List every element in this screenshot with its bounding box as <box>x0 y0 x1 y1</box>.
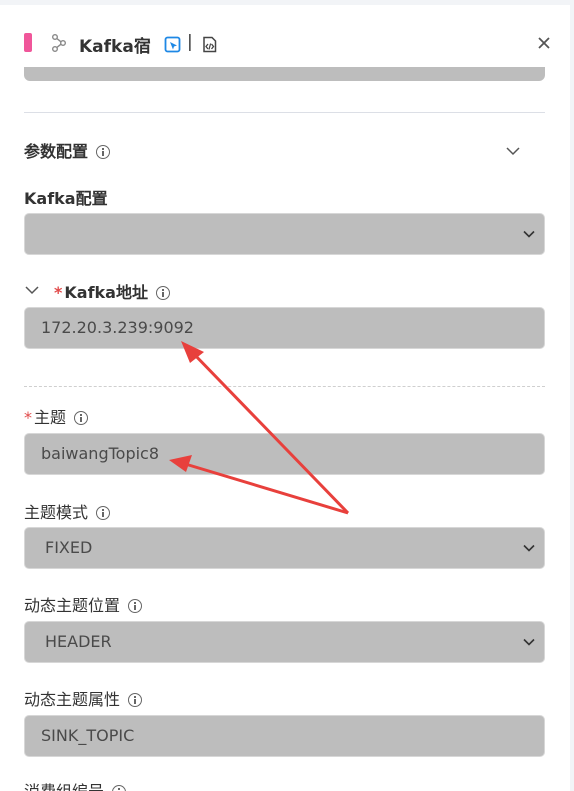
info-icon[interactable] <box>128 598 143 613</box>
topic-label: * 主题 <box>24 404 89 428</box>
collapse-chevron-icon[interactable] <box>24 282 40 298</box>
dynamic-topic-attribute-label: 动态主题属性 <box>24 686 143 710</box>
accent-bar <box>24 33 32 52</box>
info-icon[interactable] <box>74 410 89 425</box>
topic-value: baiwangTopic8 <box>41 444 160 463</box>
dynamic-topic-attribute-label-text: 动态主题属性 <box>24 690 121 709</box>
kafka-config-select[interactable] <box>24 213 545 255</box>
chevron-down-icon[interactable] <box>505 143 521 159</box>
consumer-group-label-text: 消费组编号 <box>24 782 104 791</box>
chevron-down-icon <box>523 638 535 646</box>
chevron-down-icon <box>523 230 535 238</box>
scrolled-field-bottom <box>24 67 545 81</box>
info-icon[interactable] <box>96 144 111 159</box>
required-mark: * <box>24 408 32 427</box>
required-mark: * <box>54 283 63 302</box>
topic-mode-label: 主题模式 <box>24 499 111 523</box>
dynamic-topic-attribute-input[interactable]: SINK_TOPIC <box>24 715 545 757</box>
info-icon[interactable] <box>96 505 111 520</box>
kafka-config-label: Kafka配置 <box>24 189 108 208</box>
info-icon[interactable] <box>112 784 127 791</box>
kafka-address-input[interactable]: 172.20.3.239:9092 <box>24 307 545 349</box>
topic-mode-value: FIXED <box>45 538 93 557</box>
close-icon[interactable] <box>533 32 555 54</box>
dynamic-topic-position-label: 动态主题位置 <box>24 592 143 616</box>
node-graph-icon <box>52 34 66 52</box>
info-icon[interactable] <box>155 285 170 300</box>
topic-label-text: 主题 <box>34 408 67 427</box>
dashed-divider <box>24 386 545 387</box>
code-file-icon[interactable] <box>201 36 218 53</box>
section-title: 参数配置 <box>24 142 89 161</box>
locate-icon[interactable] <box>164 36 181 53</box>
dynamic-topic-position-label-text: 动态主题位置 <box>24 596 121 615</box>
dynamic-topic-position-select[interactable]: HEADER <box>24 621 545 663</box>
dynamic-topic-position-value: HEADER <box>45 632 112 651</box>
info-icon[interactable] <box>128 692 143 707</box>
kafka-address-label-text: Kafka地址 <box>64 283 148 302</box>
topic-mode-label-text: 主题模式 <box>24 503 89 522</box>
kafka-address-value: 172.20.3.239:9092 <box>41 318 194 337</box>
kafka-address-label: * Kafka地址 <box>54 279 170 303</box>
title-separator: | <box>187 32 193 52</box>
consumer-group-label: 消费组编号 <box>24 778 127 791</box>
config-panel: Kafka宿 | 参数配置 Kafka配置 * Kafka地址 172.20.3… <box>0 5 570 791</box>
section-divider <box>24 112 545 113</box>
topic-mode-select[interactable]: FIXED <box>24 527 545 569</box>
section-header[interactable]: 参数配置 <box>24 138 111 162</box>
panel-title: Kafka宿 <box>79 37 151 57</box>
chevron-down-icon <box>523 544 535 552</box>
topic-input[interactable]: baiwangTopic8 <box>24 433 545 475</box>
dynamic-topic-attribute-value: SINK_TOPIC <box>41 726 135 745</box>
